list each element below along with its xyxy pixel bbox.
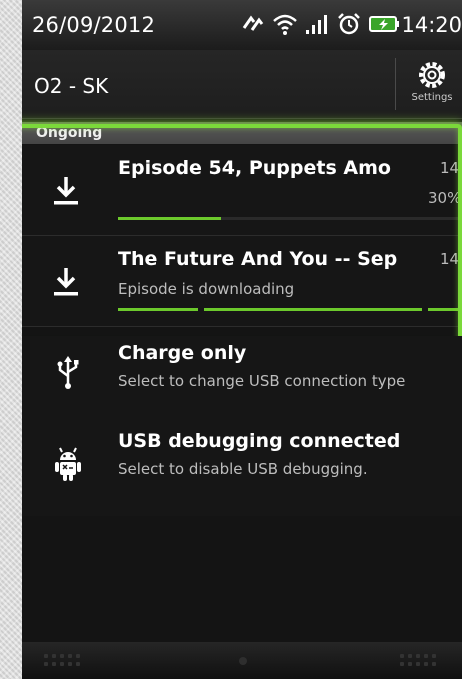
grip-left <box>44 654 80 666</box>
progress-segment <box>428 308 462 311</box>
sync-icon <box>242 15 264 31</box>
download-notification[interactable]: The Future And You -- Sep 14:12 Episode … <box>22 236 462 327</box>
download-percent: 30% <box>428 189 462 207</box>
wifi-icon <box>273 14 297 35</box>
download-progress-bar-indeterminate <box>118 308 462 311</box>
notification-time: 14:12 <box>440 250 462 268</box>
progress-segment <box>204 308 422 311</box>
gear-icon <box>419 62 445 88</box>
carrier-name: O2 - SK <box>34 74 109 98</box>
usb-icon <box>57 356 79 389</box>
download-progress-bar <box>118 217 462 220</box>
progress-segment <box>118 308 198 311</box>
alarm-icon <box>338 13 360 35</box>
settings-button[interactable]: Settings <box>402 58 462 112</box>
settings-label: Settings <box>411 92 453 103</box>
battery-charging-icon <box>369 16 399 32</box>
notification-time: 14:20 <box>440 159 462 177</box>
notification-title: The Future And You -- Sep <box>118 248 398 270</box>
status-bar: 26/09/2012 14:20 <box>22 0 462 50</box>
status-icons <box>240 12 400 36</box>
notification-shade: 26/09/2012 14:20 O2 - SK Settings Ongoin… <box>22 0 462 679</box>
android-icon <box>55 447 81 481</box>
divider <box>395 58 396 110</box>
notification-title: Episode 54, Puppets Amo <box>118 157 391 179</box>
usb-connection-notification[interactable]: Charge only Select to change USB connect… <box>22 336 462 429</box>
download-icon <box>54 177 78 205</box>
usb-debugging-notification[interactable]: USB debugging connected Select to disabl… <box>22 424 462 517</box>
notification-title: USB debugging connected <box>118 430 401 452</box>
notification-subtitle: Episode is downloading <box>118 280 295 298</box>
signal-icon <box>306 15 327 34</box>
notification-title: Charge only <box>118 342 247 364</box>
notification-subtitle: Select to change USB connection type <box>118 372 406 390</box>
ongoing-section-header: Ongoing <box>22 122 462 144</box>
empty-area <box>22 516 462 642</box>
handle-dot <box>239 657 247 665</box>
carrier-row: O2 - SK Settings <box>22 50 462 119</box>
grip-right <box>400 654 436 666</box>
status-time: 14:20 <box>401 13 462 37</box>
progress-fill <box>118 217 222 220</box>
download-icon <box>54 268 78 296</box>
notification-subtitle: Select to disable USB debugging. <box>118 460 368 478</box>
download-notification[interactable]: Episode 54, Puppets Amo 14:20 30% <box>22 145 462 236</box>
shade-drag-handle[interactable] <box>22 642 462 679</box>
status-date: 26/09/2012 <box>32 13 156 37</box>
